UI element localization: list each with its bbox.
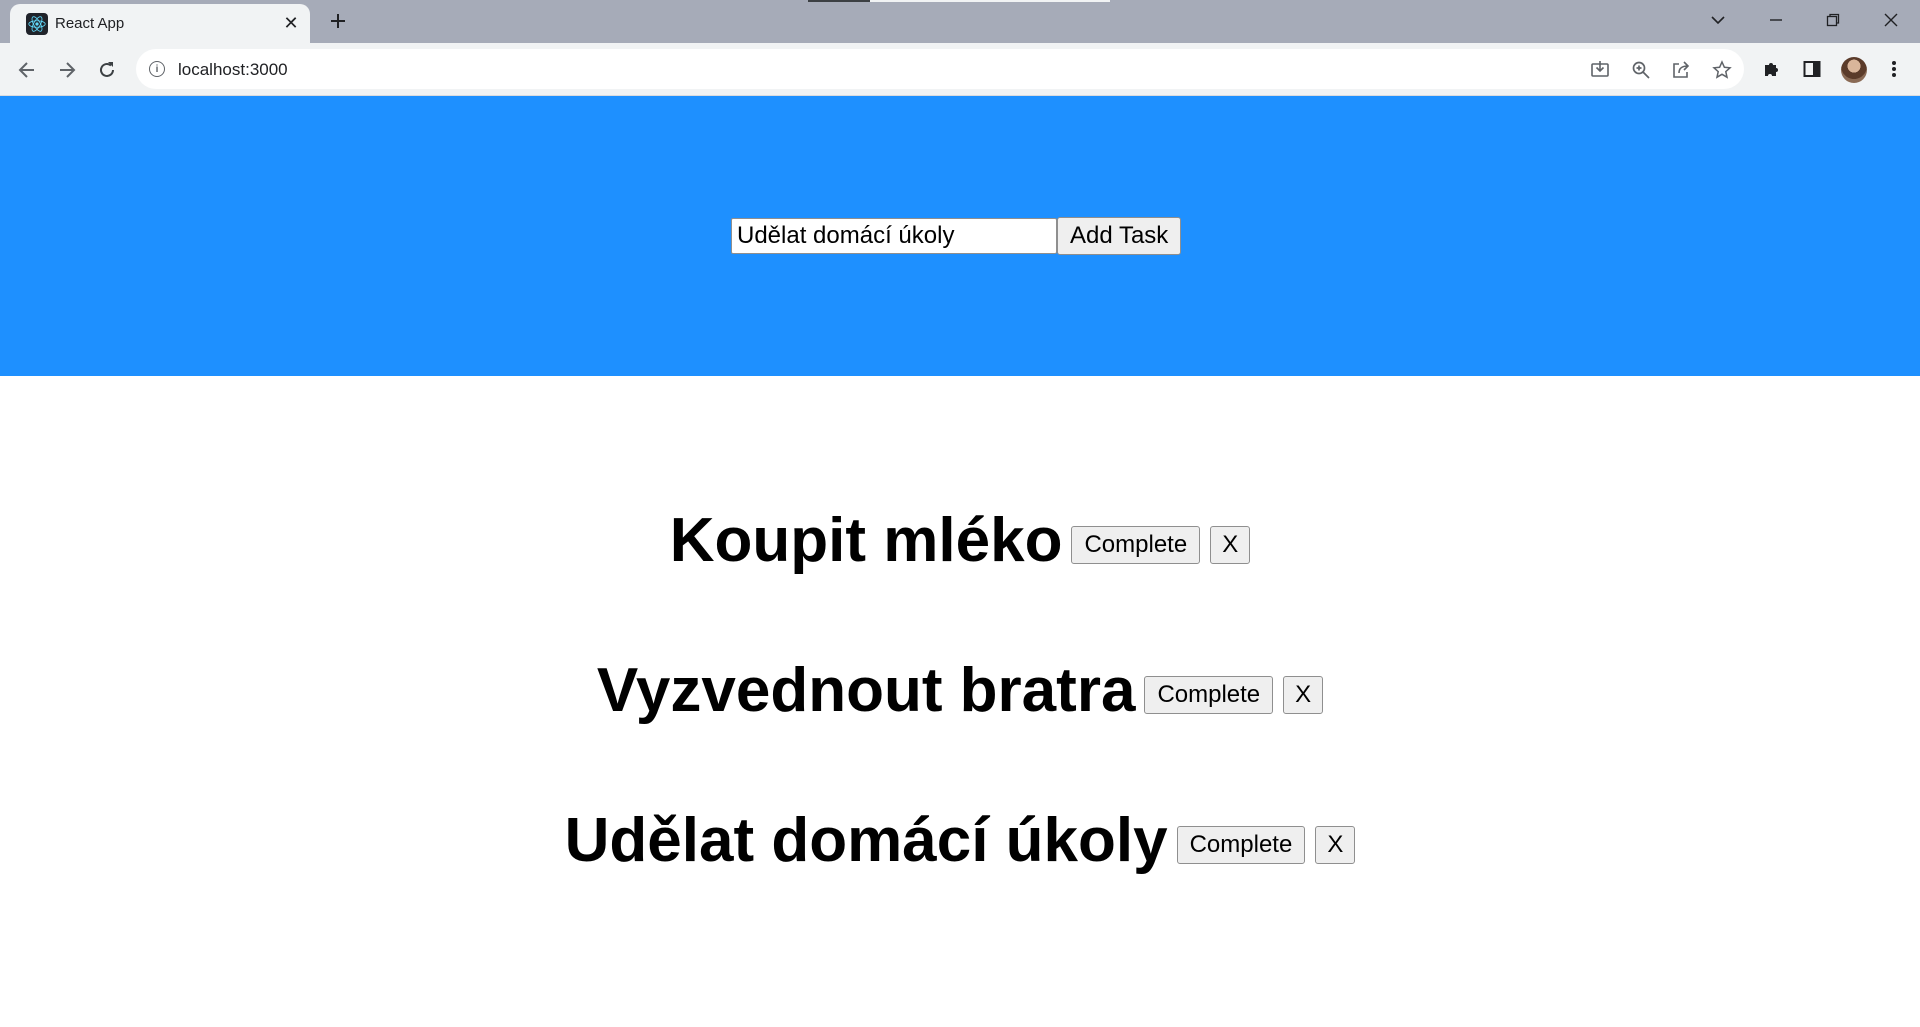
task-item: Koupit mléko Complete X: [0, 496, 1920, 646]
reload-button[interactable]: [93, 56, 121, 84]
close-tab-icon[interactable]: ✕: [282, 14, 300, 32]
add-task-form: Add Task: [731, 217, 1182, 255]
add-task-button[interactable]: Add Task: [1057, 217, 1182, 255]
tab-strip: React App ✕: [0, 0, 1920, 43]
complete-task-button[interactable]: Complete: [1144, 676, 1274, 714]
task-title: Vyzvednout bratra: [596, 656, 1136, 725]
back-button[interactable]: [13, 56, 41, 84]
share-icon[interactable]: [1670, 59, 1692, 81]
browser-tab[interactable]: React App ✕: [10, 4, 310, 43]
profile-avatar[interactable]: [1841, 57, 1867, 83]
page-viewport: Add Task Koupit mléko Complete X Vyzvedn…: [0, 96, 1920, 1027]
add-task-header: Add Task: [0, 96, 1920, 376]
minimize-button[interactable]: [1756, 6, 1796, 34]
plus-icon: [331, 14, 345, 28]
info-icon[interactable]: i: [149, 61, 165, 77]
kebab-menu-icon[interactable]: [1882, 57, 1906, 81]
complete-task-button[interactable]: Complete: [1176, 826, 1306, 864]
star-icon[interactable]: [1711, 59, 1733, 81]
new-tab-button[interactable]: [326, 9, 350, 33]
close-icon: [1884, 13, 1898, 27]
puzzle-icon[interactable]: [1760, 57, 1784, 81]
close-window-button[interactable]: [1871, 6, 1911, 34]
chevron-down-icon: [1711, 16, 1725, 25]
tab-title: React App: [55, 15, 125, 32]
arrow-right-icon: [60, 62, 76, 78]
delete-task-button[interactable]: X: [1283, 676, 1324, 714]
browser-toolbar: i localhost:3000: [0, 43, 1920, 96]
restore-icon: [1826, 13, 1840, 27]
tab-search-button[interactable]: [1698, 6, 1738, 34]
task-item: Udělat domácí úkoly Complete X: [0, 796, 1920, 946]
install-icon[interactable]: [1589, 59, 1611, 81]
react-logo-icon: [26, 13, 48, 35]
side-panel-icon[interactable]: [1800, 57, 1824, 81]
minimize-icon: [1770, 19, 1782, 21]
task-input[interactable]: [731, 218, 1057, 254]
complete-task-button[interactable]: Complete: [1071, 526, 1201, 564]
delete-task-button[interactable]: X: [1210, 526, 1251, 564]
tab-strip-indicator-light: [870, 0, 1110, 2]
task-title: Koupit mléko: [669, 506, 1063, 575]
address-url[interactable]: localhost:3000: [178, 60, 288, 80]
zoom-icon[interactable]: [1630, 59, 1652, 81]
tab-strip-indicator-dark: [808, 0, 870, 2]
restore-button[interactable]: [1813, 6, 1853, 34]
task-item: Vyzvednout bratra Complete X: [0, 646, 1920, 796]
task-list: Koupit mléko Complete X Vyzvednout bratr…: [0, 496, 1920, 946]
address-bar[interactable]: i localhost:3000: [136, 49, 1744, 89]
reload-icon: [100, 62, 114, 77]
delete-task-button[interactable]: X: [1315, 826, 1356, 864]
task-title: Udělat domácí úkoly: [564, 806, 1168, 875]
forward-button[interactable]: [53, 56, 81, 84]
arrow-left-icon: [18, 62, 34, 78]
